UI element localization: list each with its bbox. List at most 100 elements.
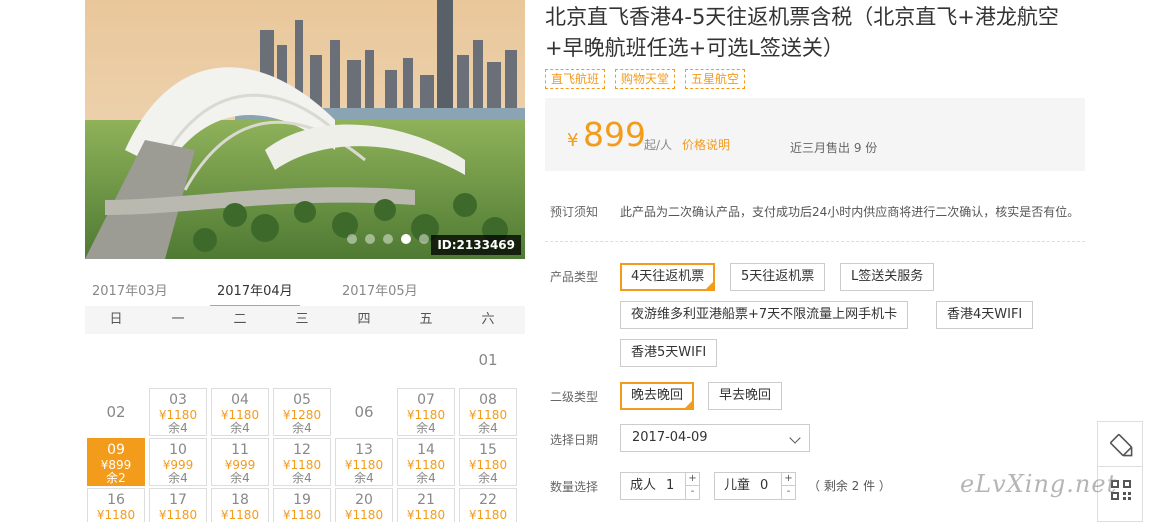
product-tag: 五星航空 [685,69,746,89]
calendar-day-number: 22 [479,492,497,508]
edit-tool-button[interactable] [1097,421,1143,467]
adult-minus-button[interactable]: - [685,486,699,499]
weekday-label: 一 [171,312,185,327]
price-explain-link[interactable]: 价格说明 [682,136,730,153]
product-type-option[interactable]: L签送关服务 [840,263,935,291]
calendar-day-price: ¥999 [224,458,256,472]
calendar-weeks: 01 02 03 ¥1180 余4 04 ¥1180 余4 05 ¥1280 余4 06 07 ¥1180… [85,334,525,522]
calendar-day-price: ¥1180 [406,508,446,522]
weekday-label: 四 [357,312,371,327]
weekday-label: 六 [481,312,495,327]
calendar-day-available[interactable]: 21 ¥1180 [397,488,455,522]
calendar-day-remaining: 余4 [416,421,436,435]
date-select[interactable]: 2017-04-09 [620,424,810,452]
calendar-day-price: ¥1180 [406,408,446,422]
tab-month-next[interactable]: 2017年05月 [342,280,418,299]
calendar-day-number: 21 [417,492,435,508]
calendar-day [87,336,145,384]
subtype-option[interactable]: 早去晚回 [708,382,783,410]
calendar-day-available[interactable]: 11 ¥999 余4 [211,438,269,486]
calendar-day-available[interactable]: 08 ¥1180 余4 [459,388,517,436]
child-quantity-stepper[interactable]: 儿童 0 + - [714,472,796,500]
calendar-day-available[interactable]: 07 ¥1180 余4 [397,388,455,436]
carousel-dot[interactable] [365,234,375,244]
adult-quantity-value[interactable]: 1 [666,473,674,499]
product-type-option-selected[interactable]: 4天往返机票 [620,263,716,291]
product-type-option[interactable]: 香港5天WIFI [620,339,718,367]
product-type-option[interactable]: 5天往返机票 [730,263,826,291]
calendar-day-number: 14 [417,442,435,458]
calendar-day-number: 17 [169,492,187,508]
product-type-option[interactable]: 香港4天WIFI [936,301,1034,329]
calendar-day-price: ¥1280 [282,408,322,422]
child-quantity-value[interactable]: 0 [760,473,768,499]
calendar-day-number: 07 [417,392,435,408]
date-label: 选择日期 [550,433,599,447]
subtype-option-selected[interactable]: 晚去晚回 [620,382,695,410]
calendar-day-available[interactable]: 22 ¥1180 [459,488,517,522]
calendar-day-available[interactable]: 03 ¥1180 余4 [149,388,207,436]
calendar-week-row: 01 [85,334,525,386]
tab-month-current[interactable]: 2017年04月 [217,280,293,299]
calendar-day-remaining: 余4 [168,471,188,485]
image-id-badge: ID:2133469 [431,235,521,255]
calendar-day-available[interactable]: 05 ¥1280 余4 [273,388,331,436]
calendar-day-number: 19 [293,492,311,508]
calendar-day-number: 01 [478,351,498,369]
carousel-dot[interactable] [347,234,357,244]
child-plus-button[interactable]: + [781,473,795,486]
calendar-day-number: 11 [231,442,249,458]
carousel-dot[interactable] [383,234,393,244]
calendar-week-row: 09 ¥899 余2 10 ¥999 余4 11 ¥999 余4 12 ¥1180 余4 13 ¥1180… [85,436,525,486]
watermark: eLvXing.net [960,470,1118,498]
calendar-day-number: 10 [169,442,187,458]
hero-image[interactable]: ID:2133469 [85,0,525,259]
calendar-day-price: ¥1180 [158,408,198,422]
calendar-day-available[interactable]: 14 ¥1180 余4 [397,438,455,486]
price-currency: ¥ [567,130,579,151]
calendar-day [397,336,455,384]
calendar-day-remaining: 余4 [416,471,436,485]
notice-label: 预订须知 [550,205,599,219]
calendar-day-remaining: 余4 [292,421,312,435]
adult-quantity-stepper[interactable]: 成人 1 + - [620,472,700,500]
calendar-day [335,336,393,384]
product-tag: 购物天堂 [615,69,676,89]
date-value: 2017-04-09 [632,430,708,445]
calendar-day-available[interactable]: 15 ¥1180 余4 [459,438,517,486]
subtype-label: 二级类型 [550,390,599,404]
calendar-day-price: ¥1180 [96,508,136,522]
calendar-day [211,336,269,384]
child-label: 儿童 [724,478,751,493]
product-title-line: +早晚航班任选+可选L签送关） [545,36,844,60]
product-title: 北京直飞香港4-5天往返机票含税（北京直飞+港龙航空 +早晚航班任选+可选L签送… [545,2,1090,64]
calendar-day-selected[interactable]: 09 ¥899 余2 [87,438,145,486]
calendar-day-number: 05 [293,392,311,408]
carousel-dot[interactable] [419,234,429,244]
remaining-stock: （ 剩余 2 件 ） [808,479,891,493]
calendar-day-available[interactable]: 13 ¥1180 余4 [335,438,393,486]
adult-plus-button[interactable]: + [685,473,699,486]
calendar-day-available[interactable]: 04 ¥1180 余4 [211,388,269,436]
calendar-day-available[interactable]: 18 ¥1180 [211,488,269,522]
child-minus-button[interactable]: - [781,486,795,499]
calendar-day-remaining: 余4 [230,471,250,485]
calendar-day-remaining: 余2 [106,471,126,485]
calendar-day-available[interactable]: 20 ¥1180 [335,488,393,522]
calendar-day-remaining: 余4 [478,471,498,485]
product-type-option[interactable]: 夜游维多利亚港船票+7天不限流量上网手机卡 [620,301,909,329]
calendar-day-available[interactable]: 12 ¥1180 余4 [273,438,331,486]
calendar-day-available[interactable]: 19 ¥1180 [273,488,331,522]
calendar-day-number: 09 [107,442,125,458]
carousel-dot-active[interactable] [401,234,411,244]
tab-month-prev[interactable]: 2017年03月 [92,280,168,299]
calendar-day-available[interactable]: 16 ¥1180 [87,488,145,522]
carousel-dots [347,234,429,244]
calendar-day-remaining: 余4 [354,471,374,485]
calendar-day-available[interactable]: 10 ¥999 余4 [149,438,207,486]
calendar-day-available[interactable]: 17 ¥1180 [149,488,207,522]
calendar-day: 02 [87,388,145,436]
quantity-label: 数量选择 [550,480,599,494]
hero-illustration [85,0,525,259]
weekday-label: 五 [419,312,433,327]
